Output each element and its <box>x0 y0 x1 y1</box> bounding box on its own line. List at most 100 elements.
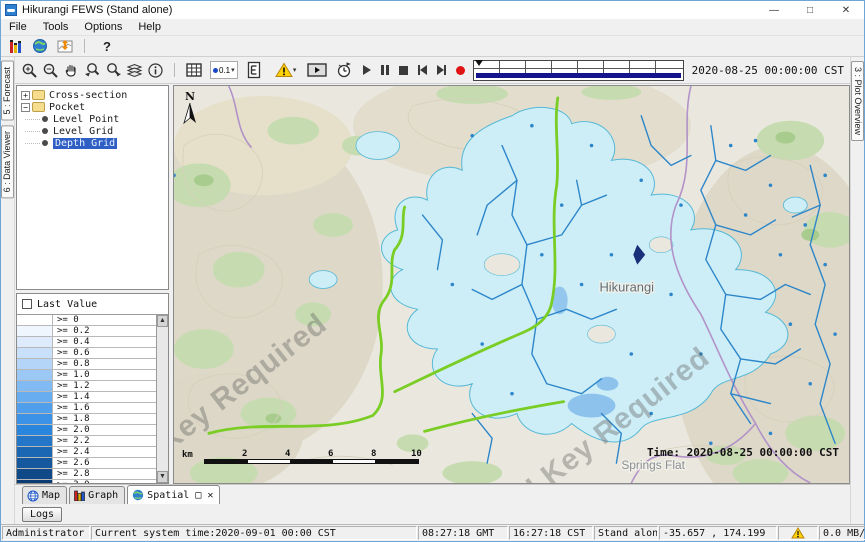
step-forward-icon[interactable] <box>437 65 446 75</box>
legend-row: >= 0.4 <box>17 337 156 348</box>
zoom-next-icon[interactable] <box>103 60 124 80</box>
legend-swatch <box>17 447 53 457</box>
timeline-slider[interactable] <box>473 60 684 81</box>
legend-swatch <box>17 337 53 347</box>
logs-button[interactable]: Logs <box>22 507 62 522</box>
play-icon[interactable] <box>363 65 371 75</box>
warning-threshold-dropdown[interactable]: ▾ <box>271 60 301 80</box>
legend-row: >= 2.0 <box>17 425 156 436</box>
expand-icon[interactable]: + <box>21 91 30 100</box>
adjust-time-icon[interactable] <box>334 60 355 80</box>
tab-spatial[interactable]: Spatial □ ✕ <box>127 485 220 504</box>
scroll-down-icon[interactable]: ▼ <box>157 471 168 483</box>
toolbar-separator <box>84 39 85 53</box>
logs-row: Logs <box>15 504 850 524</box>
maximize-button[interactable]: □ <box>792 1 828 19</box>
status-bar: Administrator Current system time:2020-0… <box>1 524 864 541</box>
tab-close-icon[interactable]: ✕ <box>207 490 213 501</box>
animation-icon[interactable] <box>307 60 328 80</box>
tab-data-viewer[interactable]: 6 : Data Viewer <box>1 125 14 198</box>
map-view[interactable]: API Key Required API Key Required Hikura… <box>173 85 850 484</box>
help-button[interactable]: ? <box>96 37 118 55</box>
database-icon[interactable] <box>4 37 26 55</box>
graph-bars-icon <box>74 490 85 501</box>
chevron-down-icon: ▾ <box>231 66 235 74</box>
menu-help[interactable]: Help <box>130 21 169 33</box>
legend-swatch <box>17 436 53 446</box>
last-value-label: Last Value <box>37 299 97 310</box>
tree-item-depth-grid[interactable]: Depth Grid <box>17 137 168 149</box>
zoom-previous-icon[interactable] <box>82 60 103 80</box>
timeline-period-bar <box>476 73 681 78</box>
node-bullet-icon <box>42 116 48 122</box>
legend-scrollbar[interactable]: ▲ ▼ <box>156 315 168 483</box>
legend-row: >= 0.8 <box>17 359 156 370</box>
menu-options[interactable]: Options <box>76 21 130 33</box>
spatial-globe-icon <box>132 489 144 501</box>
folder-icon <box>32 90 45 100</box>
legend-swatch <box>17 458 53 468</box>
tree-item-cross-section[interactable]: + Cross-section <box>17 89 168 101</box>
tree-item-level-grid[interactable]: Level Grid <box>17 125 168 137</box>
menu-tools[interactable]: Tools <box>35 21 77 33</box>
data-viewer-panel: + Cross-section − Pocket Level Point <box>15 84 169 484</box>
step-back-icon[interactable] <box>418 65 427 75</box>
timeline-cursor[interactable] <box>475 60 483 66</box>
status-transfer-rate: 0.0 MB/s <box>819 526 865 540</box>
globe-explorer-icon[interactable] <box>29 37 51 55</box>
tree-item-pocket[interactable]: − Pocket <box>17 101 168 113</box>
status-system-time: Current system time:2020-09-01 00:00 CST <box>91 526 417 540</box>
stop-icon[interactable] <box>399 66 408 75</box>
tab-forecast[interactable]: 5 : Forecast <box>1 61 14 121</box>
legend-swatch <box>17 469 53 479</box>
right-tab-strip: 3 : Plot Overview <box>850 57 864 524</box>
zoom-in-icon[interactable] <box>19 60 40 80</box>
timeseries-display-icon[interactable] <box>54 37 76 55</box>
tab-graph[interactable]: Graph <box>69 486 125 504</box>
legend-row: >= 2.6 <box>17 458 156 469</box>
tab-restore-icon[interactable]: □ <box>195 490 201 501</box>
scroll-up-icon[interactable]: ▲ <box>157 315 168 327</box>
legend-swatch <box>17 425 53 435</box>
main-toolbar: ? <box>1 36 864 57</box>
collapse-icon[interactable]: − <box>21 103 30 112</box>
legend-swatch <box>17 359 53 369</box>
tab-plot-overview[interactable]: 3 : Plot Overview <box>851 61 864 141</box>
interval-dot-icon <box>213 68 218 73</box>
menu-file[interactable]: File <box>1 21 35 33</box>
edit-labels-icon[interactable] <box>244 60 265 80</box>
legend-row: >= 3.0 <box>17 480 156 483</box>
status-local-time: 16:27:18 CST <box>509 526 593 540</box>
legend-row: >= 2.4 <box>17 447 156 458</box>
record-icon[interactable] <box>456 66 465 75</box>
node-bullet-icon <box>42 140 48 146</box>
legend-row: >= 1.0 <box>17 370 156 381</box>
legend-list: >= 0 >= 0.2 >= 0.4 >= 0.6 >= 0.8 >= 1.0 … <box>17 314 168 483</box>
close-button[interactable]: ✕ <box>828 1 864 19</box>
legend-swatch <box>17 381 53 391</box>
grid-display-icon[interactable] <box>183 60 204 80</box>
tree-item-level-point[interactable]: Level Point <box>17 113 168 125</box>
legend-swatch <box>17 414 53 424</box>
pause-icon[interactable] <box>381 65 389 75</box>
contour-interval-dropdown[interactable]: 0.1 ▾ <box>210 61 238 79</box>
legend-row: >= 2.8 <box>17 469 156 480</box>
legend-swatch <box>17 480 53 483</box>
status-gmt-time: 08:27:18 GMT <box>418 526 508 540</box>
zoom-out-icon[interactable] <box>40 60 61 80</box>
town-label: Hikurangi <box>599 279 654 294</box>
pan-hand-icon[interactable] <box>61 60 82 80</box>
legend-row: >= 0.2 <box>17 326 156 337</box>
title-bar: Hikurangi FEWS (Stand alone) — □ ✕ <box>1 1 864 19</box>
current-datetime: 2020-08-25 00:00:00 CST <box>692 64 846 77</box>
last-value-checkbox[interactable] <box>22 299 32 309</box>
map-globe-icon <box>27 490 39 502</box>
map-toolbar: 0.1 ▾ ▾ <box>15 57 850 84</box>
info-icon[interactable] <box>145 60 166 80</box>
status-user: Administrator <box>2 526 90 540</box>
minimize-button[interactable]: — <box>756 1 792 19</box>
layers-icon[interactable] <box>124 60 145 80</box>
legend-row: >= 1.8 <box>17 414 156 425</box>
status-warning[interactable] <box>778 526 818 540</box>
tab-map[interactable]: Map <box>22 486 67 504</box>
